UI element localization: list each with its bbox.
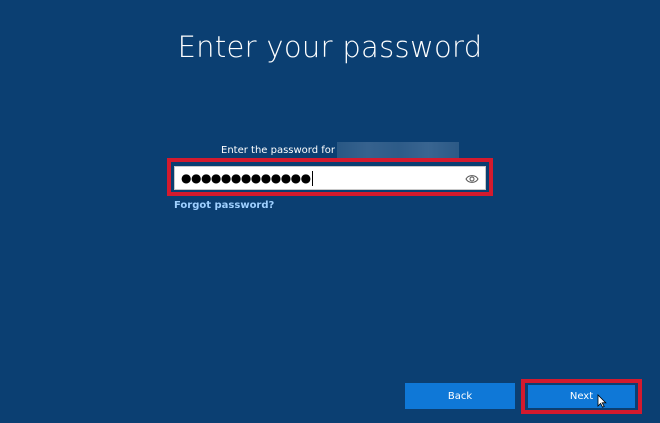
password-prompt-row: Enter the password for — [221, 142, 460, 158]
redacted-email — [337, 142, 460, 158]
password-input[interactable]: ●●●●●●●●●●●●● — [174, 166, 486, 190]
cursor-icon — [597, 394, 607, 408]
password-dots: ●●●●●●●●●●●●● — [181, 171, 311, 185]
back-button[interactable]: Back — [405, 383, 515, 409]
text-caret — [311, 170, 313, 186]
page-title: Enter your password — [177, 30, 483, 64]
eye-icon[interactable] — [465, 173, 479, 185]
password-prompt-text: Enter the password for — [221, 144, 336, 156]
next-button[interactable]: Next — [528, 385, 635, 408]
forgot-password-link[interactable]: Forgot password? — [174, 200, 274, 211]
